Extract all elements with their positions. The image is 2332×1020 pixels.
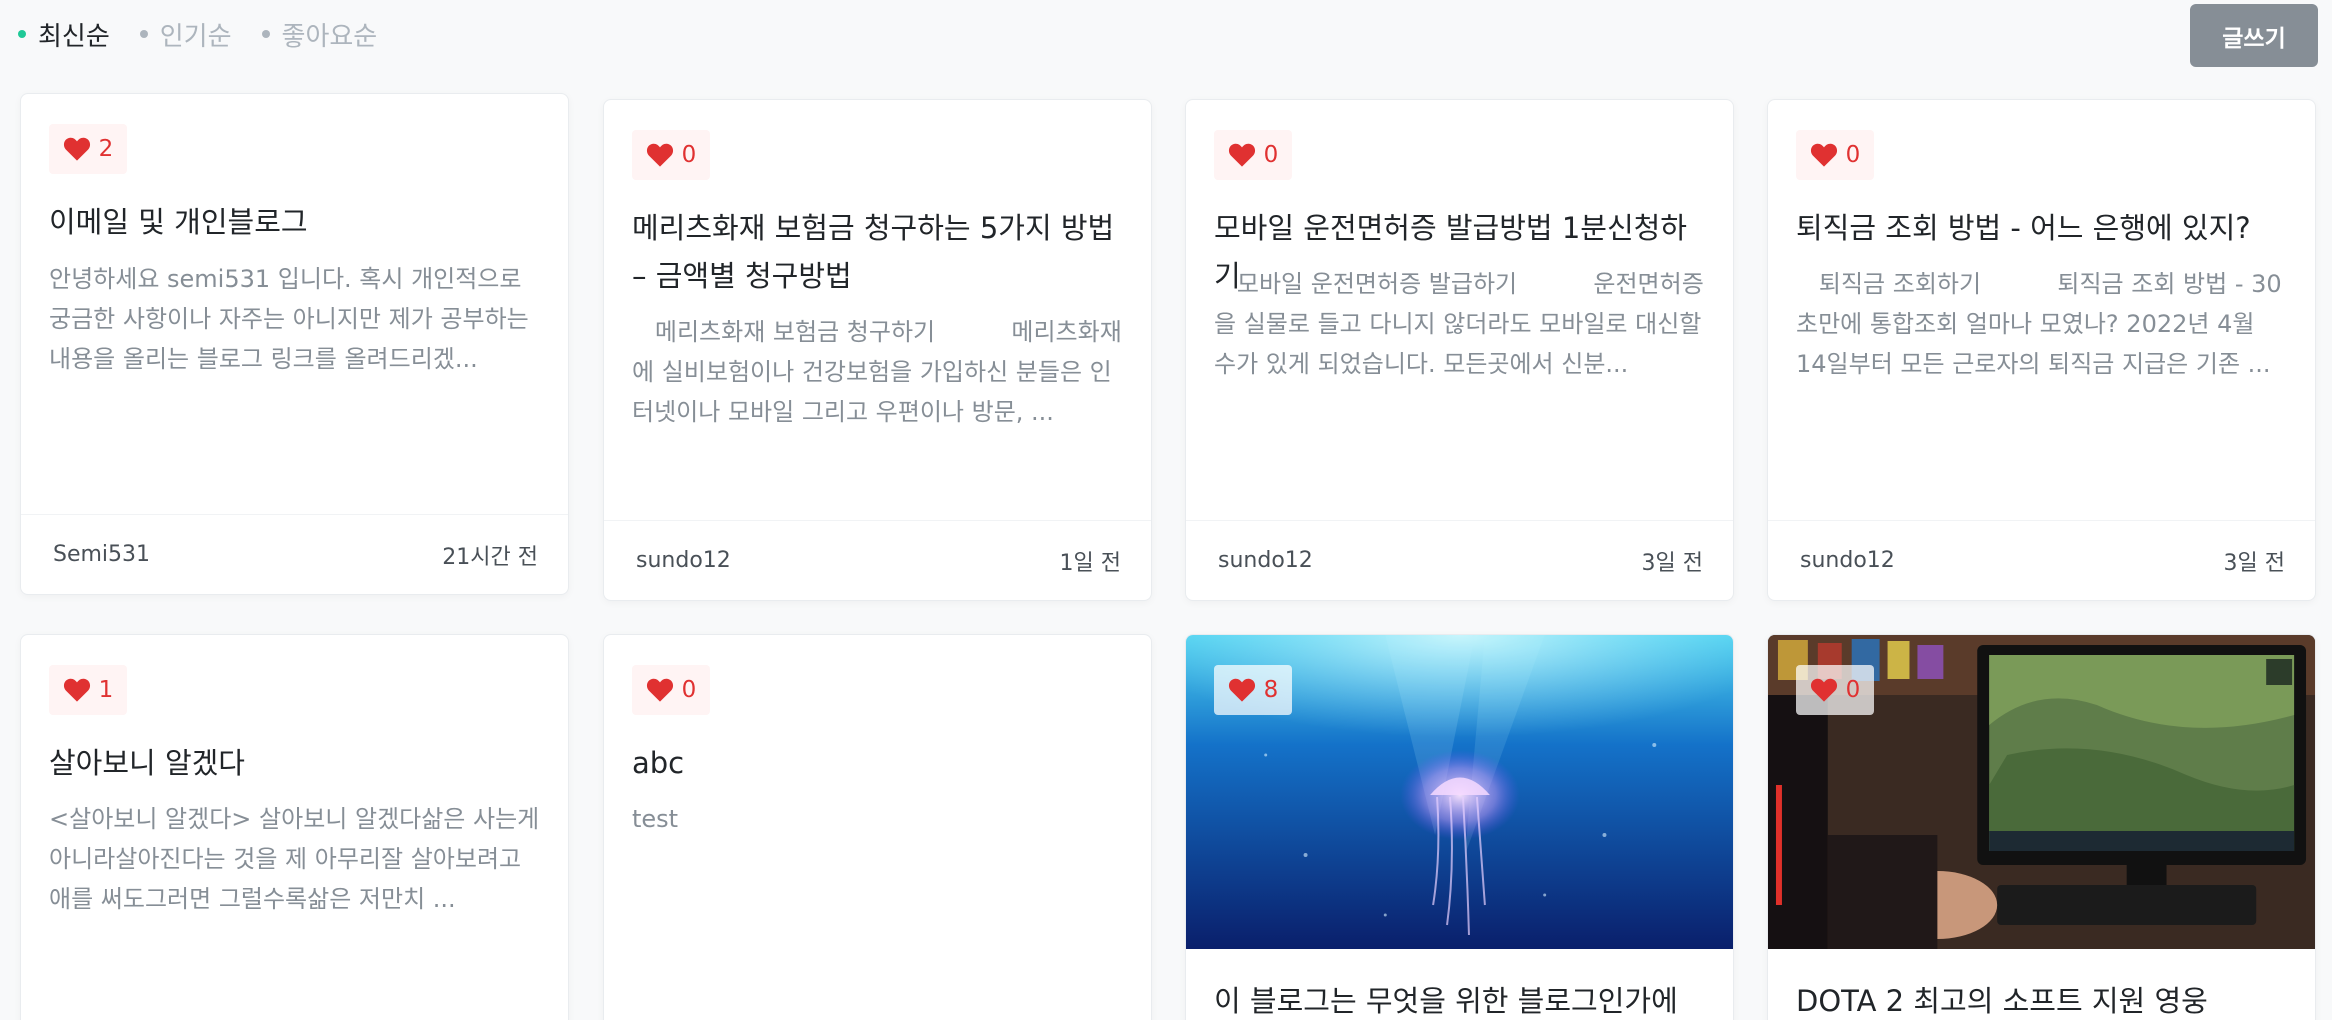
- post-title[interactable]: 살아보니 알겠다: [49, 739, 540, 787]
- dot-icon: [261, 30, 270, 38]
- post-author[interactable]: sundo12: [1800, 548, 1895, 573]
- post-title[interactable]: 이메일 및 개인블로그: [49, 198, 540, 246]
- post-footer: sundo12 3일 전: [1186, 520, 1733, 600]
- write-button[interactable]: 글쓰기: [2190, 4, 2318, 67]
- post-date: 21시간 전: [442, 544, 538, 570]
- post-card[interactable]: 0 모바일 운전면허증 발급방법 1분신청하기 모바일 운전면허증 발급하기 운…: [1185, 99, 1734, 601]
- post-card[interactable]: 0 메리츠화재 보험금 청구하는 5가지 방법 – 금액별 청구방법 메리츠화재…: [603, 99, 1152, 601]
- post-excerpt: test: [632, 805, 679, 833]
- post-author[interactable]: sundo12: [1218, 548, 1313, 573]
- like-count: 8: [1263, 677, 1279, 703]
- post-title[interactable]: DOTA 2 최고의 소프트 지원 영웅: [1796, 977, 2287, 1020]
- post-title[interactable]: abc: [632, 739, 1123, 787]
- like-count: 0: [1845, 677, 1861, 703]
- post-date: 3일 전: [1641, 550, 1703, 576]
- post-excerpt: 안녕하세요 semi531 입니다. 혹시 개인적으로 궁금한 사항이나 자주는…: [49, 265, 537, 373]
- like-badge[interactable]: 0: [632, 665, 710, 715]
- active-dot-icon: [18, 30, 26, 38]
- like-count: 1: [98, 677, 114, 703]
- sort-tab-liked[interactable]: 좋아요순: [261, 16, 378, 53]
- post-footer: sundo12 3일 전: [1768, 520, 2315, 600]
- like-badge[interactable]: 0: [632, 130, 710, 180]
- like-count: 0: [681, 142, 697, 168]
- post-card[interactable]: 0 DOTA 2 최고의 소프트 지원 영웅: [1767, 634, 2316, 1020]
- like-badge[interactable]: 2: [49, 124, 127, 174]
- post-date: 1일 전: [1059, 550, 1121, 576]
- sort-tabs: 최신순 인기순 좋아요순: [18, 14, 377, 54]
- dot-icon: [139, 30, 148, 38]
- post-title[interactable]: 메리츠화재 보험금 청구하는 5가지 방법 – 금액별 청구방법: [632, 204, 1123, 300]
- heart-icon: [646, 143, 673, 167]
- post-author[interactable]: sundo12: [636, 548, 731, 573]
- post-card[interactable]: 1 살아보니 알겠다 <살아보니 알겠다> 살아보니 알겠다삶은 사는게 아니라…: [20, 634, 569, 1020]
- sort-tab-popular[interactable]: 인기순: [139, 16, 232, 53]
- post-excerpt: 모바일 운전면허증 발급하기 운전면허증을 실물로 들고 다니지 않더라도 모바…: [1214, 270, 1704, 378]
- like-badge[interactable]: 1: [49, 665, 127, 715]
- heart-icon: [646, 678, 673, 702]
- sort-tab-popular-label: 인기순: [159, 21, 232, 52]
- like-count: 0: [681, 677, 697, 703]
- heart-icon: [1810, 678, 1837, 702]
- post-author[interactable]: Semi531: [53, 542, 150, 567]
- post-card[interactable]: 2 이메일 및 개인블로그 안녕하세요 semi531 입니다. 혹시 개인적으…: [20, 93, 569, 595]
- post-footer: Semi531 21시간 전: [21, 514, 568, 594]
- heart-icon: [1810, 143, 1837, 167]
- heart-icon: [1228, 143, 1255, 167]
- heart-icon: [1228, 678, 1255, 702]
- post-footer: sundo12 1일 전: [604, 520, 1151, 600]
- heart-icon: [63, 678, 90, 702]
- post-excerpt: 메리츠화재 보험금 청구하기 메리츠화재에 실비보험이나 건강보험을 가입하신 …: [632, 318, 1122, 426]
- like-badge[interactable]: 8: [1214, 665, 1292, 715]
- sort-tab-latest[interactable]: 최신순: [18, 16, 110, 53]
- post-excerpt: <살아보니 알겠다> 살아보니 알겠다삶은 사는게 아니라살아진다는 것을 제 …: [49, 805, 540, 913]
- like-count: 0: [1845, 142, 1861, 168]
- post-title[interactable]: 이 블로그는 무엇을 위한 블로그인가에: [1214, 977, 1705, 1020]
- like-badge[interactable]: 0: [1796, 130, 1874, 180]
- like-count: 0: [1263, 142, 1279, 168]
- sort-tab-liked-label: 좋아요순: [281, 21, 378, 52]
- post-excerpt: 퇴직금 조회하기 퇴직금 조회 방법 - 30초만에 통합조회 얼마나 모였나?…: [1796, 270, 2282, 378]
- sort-tab-latest-label: 최신순: [38, 21, 110, 52]
- like-badge[interactable]: 0: [1214, 130, 1292, 180]
- heart-icon: [63, 137, 90, 161]
- post-card[interactable]: 0 퇴직금 조회 방법 - 어느 은행에 있지? 퇴직금 조회하기 퇴직금 조회…: [1767, 99, 2316, 601]
- like-count: 2: [98, 136, 114, 162]
- post-title[interactable]: 퇴직금 조회 방법 - 어느 은행에 있지?: [1796, 204, 2287, 252]
- post-date: 3일 전: [2223, 550, 2285, 576]
- post-card[interactable]: 0 abc test: [603, 634, 1152, 1020]
- like-badge[interactable]: 0: [1796, 665, 1874, 715]
- post-card[interactable]: 8 이 블로그는 무엇을 위한 블로그인가에: [1185, 634, 1734, 1020]
